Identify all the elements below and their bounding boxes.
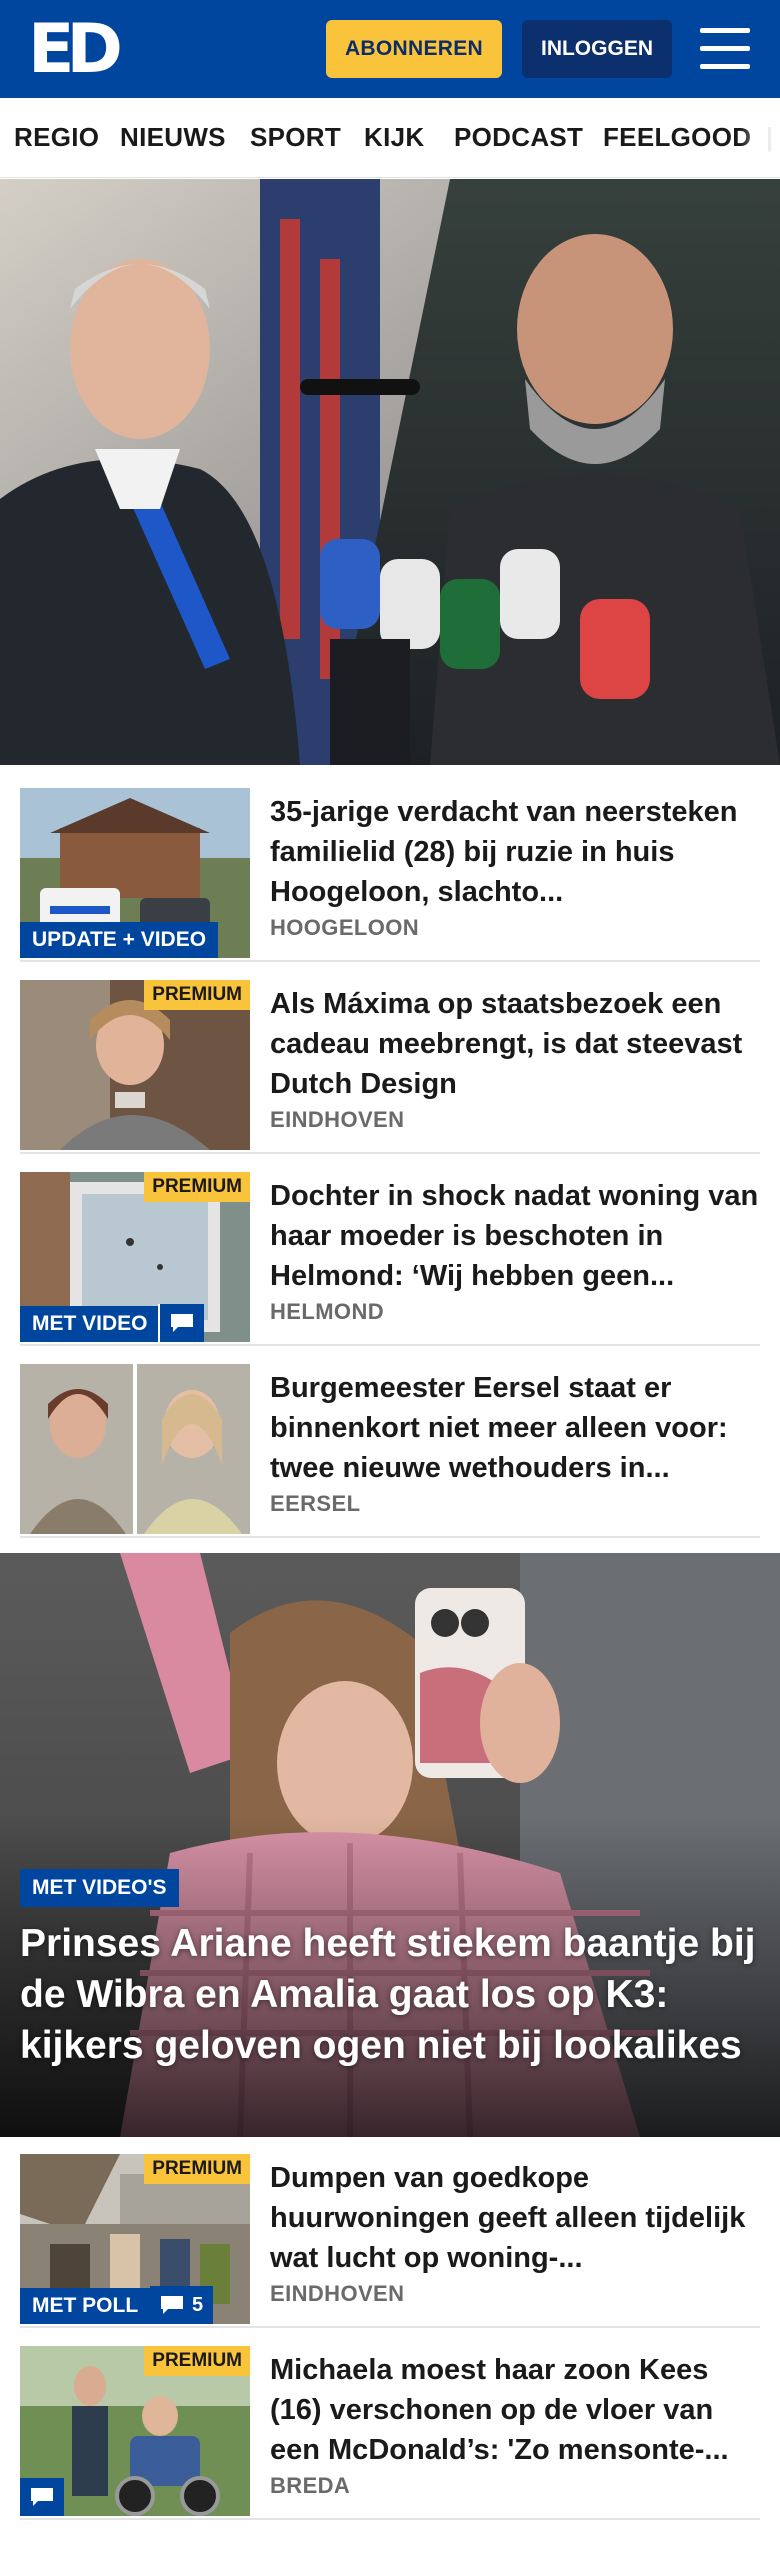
comment-icon [171, 1314, 193, 1332]
comment-icon [31, 2488, 53, 2506]
subscribe-button[interactable]: ABONNEREN [326, 20, 502, 78]
article-location: HOOGELOON [270, 915, 420, 940]
comment-badge[interactable] [20, 2478, 64, 2516]
section-nav: REGIO NIEUWS SPORT KIJK PODCAST FEELGOOD… [0, 98, 780, 178]
article-thumbnail: PREMIUM [20, 2346, 250, 2516]
nav-item-feelgood[interactable]: FEELGOOD [603, 122, 751, 153]
comment-icon [161, 2296, 183, 2314]
met-video-badge: MET VIDEO [20, 1306, 162, 1342]
hamburger-menu-icon[interactable] [700, 28, 750, 70]
article-location: HELMOND [270, 1299, 385, 1324]
article-title[interactable]: Burgemeester Eersel staat er binnenkort … [270, 1368, 760, 1488]
article-item[interactable]: PREMIUM MET VIDEO Dochter in shock nadat… [20, 1166, 760, 1346]
article-location: EINDHOVEN [270, 1107, 405, 1132]
premium-badge: PREMIUM [144, 2346, 250, 2376]
site-header: ED ABONNEREN INLOGGEN [0, 0, 780, 98]
nav-item-nieuws[interactable]: NIEUWS [120, 122, 226, 153]
feature-title[interactable]: Prinses Ariane heeft stiekem baantje bij… [20, 1918, 760, 2071]
article-location: EERSEL [270, 1491, 361, 1516]
article-item[interactable]: PREMIUM MET POLL 5 Dumpen van goedkope h… [20, 2148, 760, 2328]
article-thumbnail [20, 1364, 250, 1534]
hero-photo-image [0, 179, 780, 765]
article-thumbnail: PREMIUM MET VIDEO [20, 1172, 250, 1342]
update-video-badge: UPDATE + VIDEO [20, 922, 219, 958]
article-thumbnail: PREMIUM [20, 980, 250, 1150]
article-thumbnail-image [20, 1364, 250, 1534]
nav-fade [740, 98, 780, 177]
article-thumbnail: UPDATE + VIDEO [20, 788, 250, 958]
article-item[interactable]: PREMIUM Michaela moest haar zoon Kees (1… [20, 2340, 760, 2520]
article-location: BREDA [270, 2473, 351, 2498]
nav-item-regio[interactable]: REGIO [14, 122, 99, 153]
comment-count: 5 [192, 2293, 204, 2316]
nav-item-kijk[interactable]: KIJK [364, 122, 424, 153]
premium-badge: PREMIUM [144, 1172, 250, 1202]
comment-badge[interactable] [158, 1304, 204, 1342]
ed-logo[interactable]: ED [28, 16, 123, 84]
article-title[interactable]: Michaela moest haar zoon Kees (16) versc… [270, 2350, 760, 2470]
article-title[interactable]: Als Máxima op staatsbezoek een cadeau me… [270, 984, 760, 1104]
article-title[interactable]: 35-jarige verdacht van neersteken famili… [270, 792, 760, 912]
met-videos-badge: MET VIDEO'S [20, 1869, 179, 1907]
article-location: EINDHOVEN [270, 2281, 405, 2306]
premium-badge: PREMIUM [144, 980, 250, 1010]
login-button[interactable]: INLOGGEN [522, 20, 672, 78]
nav-item-podcast[interactable]: PODCAST [454, 122, 583, 153]
met-poll-badge: MET POLL [20, 2288, 151, 2324]
comment-count-badge[interactable]: 5 [150, 2286, 214, 2324]
article-item[interactable]: Burgemeester Eersel staat er binnenkort … [20, 1358, 760, 1538]
article-item[interactable]: PREMIUM Als Máxima op staatsbezoek een c… [20, 974, 760, 1154]
hero-photo[interactable] [0, 179, 780, 765]
article-title[interactable]: Dochter in shock nadat woning van haar m… [270, 1176, 760, 1296]
article-item[interactable]: UPDATE + VIDEO 35-jarige verdacht van ne… [20, 782, 760, 962]
article-title[interactable]: Dumpen van goedkope huurwoningen geeft a… [270, 2158, 760, 2278]
premium-badge: PREMIUM [144, 2154, 250, 2184]
nav-item-sport[interactable]: SPORT [250, 122, 341, 153]
article-thumbnail: PREMIUM MET POLL 5 [20, 2154, 250, 2324]
